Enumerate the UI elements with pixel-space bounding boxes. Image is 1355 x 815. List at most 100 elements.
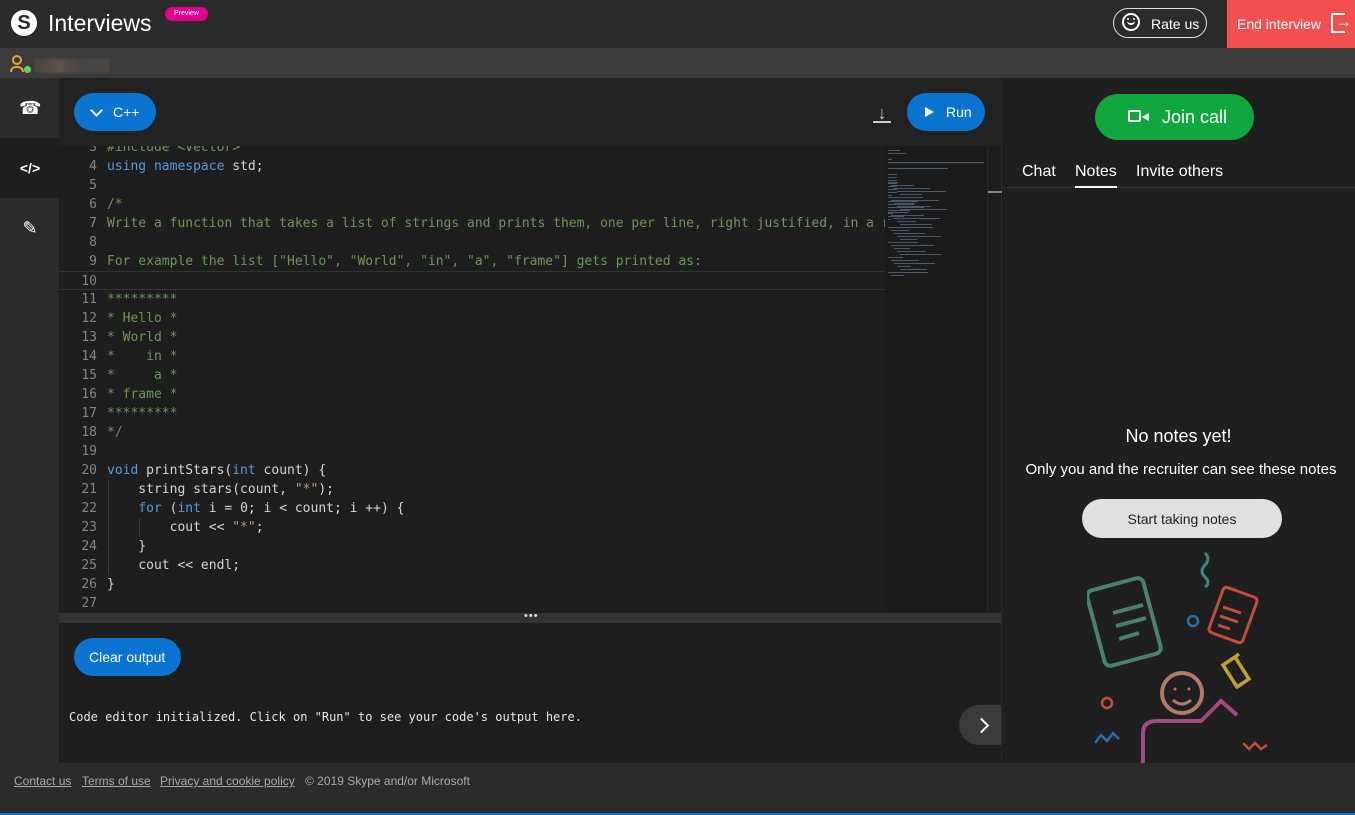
privacy-policy-link[interactable]: Privacy and cookie policy (160, 774, 295, 788)
start-taking-notes-button[interactable]: Start taking notes (1082, 499, 1282, 538)
code-line[interactable]: 23 cout << "*"; (59, 518, 885, 537)
rate-us-button[interactable]: Rate us (1113, 8, 1207, 38)
small-document-icon (1207, 585, 1259, 645)
code-line[interactable]: 6 /* (59, 195, 885, 214)
minimap-line (888, 195, 892, 196)
code-token: int (232, 463, 256, 478)
line-text: cout << "*"; (107, 518, 264, 537)
line-text: * in * (107, 347, 177, 366)
code-line[interactable]: 17 ********* (59, 404, 885, 423)
code-line[interactable]: 9 For example the list ["Hello", "World",… (59, 252, 885, 271)
line-text: } (107, 575, 115, 594)
clear-output-button[interactable]: Clear output (74, 638, 181, 676)
minimap-line (888, 186, 897, 187)
minimap-line (888, 182, 898, 183)
tab-invite-others[interactable]: Invite others (1136, 163, 1223, 188)
nav-item-whiteboard[interactable]: ✎ (0, 198, 59, 258)
code-token: std; (224, 159, 264, 174)
code-line[interactable]: 10 (59, 271, 885, 290)
code-token: #include <vector> (107, 146, 241, 155)
code-line[interactable]: 4 using namespace std; (59, 157, 885, 176)
line-text: void printStars(int count) { (107, 461, 326, 480)
tab-notes[interactable]: Notes (1075, 163, 1117, 188)
code-line[interactable]: 22 for (int i = 0; i < count; i ++) { (59, 499, 885, 518)
code-minimap[interactable] (885, 146, 987, 611)
minimap-line (897, 236, 941, 237)
line-number: 19 (81, 444, 97, 459)
panel-splitter[interactable]: ••• (59, 610, 1001, 623)
code-line[interactable]: 15 * a * (59, 366, 885, 385)
code-line[interactable]: 21 string stars(count, "*"); (59, 480, 885, 499)
line-number: 6 (89, 197, 97, 212)
minimap-line (897, 266, 911, 267)
minimap-line (888, 150, 900, 151)
line-number: 15 (81, 368, 97, 383)
minimap-line (894, 203, 915, 204)
left-nav: ☎ </> ✎ (0, 78, 59, 763)
line-number: 13 (81, 330, 97, 345)
code-token: ); (318, 482, 334, 497)
code-area[interactable]: 3 #include <vector> 4 using namespace std; 5… (59, 146, 885, 611)
code-token: count) { (255, 463, 327, 478)
code-line[interactable]: 19 (59, 442, 885, 461)
code-line[interactable]: 5 (59, 176, 885, 195)
terms-of-use-link[interactable]: Terms of use (82, 774, 151, 788)
code-line[interactable]: 16 * frame * (59, 385, 885, 404)
nav-item-call[interactable]: ☎ (0, 78, 59, 138)
line-number: 22 (81, 501, 97, 516)
code-line[interactable]: 24 } (59, 537, 885, 556)
minimap-line (888, 189, 897, 190)
editor-scrollbar[interactable] (987, 146, 1002, 611)
code-token: "*" (294, 482, 319, 497)
end-interview-button[interactable]: End interview (1227, 0, 1355, 48)
code-line[interactable]: 25 cout << endl; (59, 556, 885, 575)
code-line[interactable]: 14 * in * (59, 347, 885, 366)
minimap-line (888, 159, 892, 160)
line-text: } (107, 537, 146, 556)
zigzag-icon (1094, 731, 1120, 744)
minimap-line (894, 263, 935, 264)
minimap-line (891, 245, 934, 246)
minimap-line (888, 213, 893, 214)
minimap-line (888, 272, 928, 273)
code-line[interactable]: 3 #include <vector> (59, 146, 885, 157)
minimap-line (891, 230, 909, 231)
minimap-line (888, 212, 908, 213)
tab-chat[interactable]: Chat (1022, 163, 1056, 188)
line-number: 20 (81, 463, 97, 478)
code-token: For example the list ["Hello", "World", … (107, 254, 702, 269)
minimap-line (888, 242, 918, 243)
code-line[interactable]: 13 * World * (59, 328, 885, 347)
user-icon (10, 55, 24, 72)
minimap-line (900, 209, 947, 210)
document-illustration-icon (1087, 576, 1163, 668)
minimap-line (888, 153, 906, 154)
code-token: void (107, 463, 139, 478)
code-line[interactable]: 26} (59, 575, 885, 594)
minimap-line (888, 177, 897, 178)
join-call-button[interactable]: Join call (1095, 94, 1254, 140)
code-line[interactable]: 12 * Hello * (59, 309, 885, 328)
code-line[interactable]: 7 Write a function that takes a list of s… (59, 214, 885, 233)
drag-handle-icon[interactable]: ••• (524, 610, 539, 622)
download-icon[interactable]: ↓ (873, 103, 891, 123)
code-line[interactable]: 20 void printStars(int count) { (59, 461, 885, 480)
run-button[interactable]: Run (907, 93, 985, 131)
line-text: using namespace std; (107, 157, 264, 176)
nav-item-code[interactable]: </> (0, 138, 59, 198)
code-line[interactable]: 8 (59, 233, 885, 252)
language-select-button[interactable]: C++ (74, 93, 156, 131)
code-line[interactable]: 18 */ (59, 423, 885, 442)
line-text: cout << endl; (107, 556, 240, 575)
contact-us-link[interactable]: Contact us (14, 774, 71, 788)
scrollbar-thumb[interactable] (988, 191, 1002, 193)
line-number: 14 (81, 349, 97, 364)
code-token: int (177, 501, 201, 516)
code-token: * Hello * (107, 311, 178, 326)
minimap-line (900, 239, 917, 240)
footer: Contact us Terms of use Privacy and cook… (0, 763, 1355, 813)
code-line[interactable]: 27 (59, 594, 885, 611)
code-line[interactable]: 11 ********* (59, 290, 885, 309)
minimap-line (894, 188, 930, 189)
expand-panel-button[interactable] (959, 705, 1001, 745)
